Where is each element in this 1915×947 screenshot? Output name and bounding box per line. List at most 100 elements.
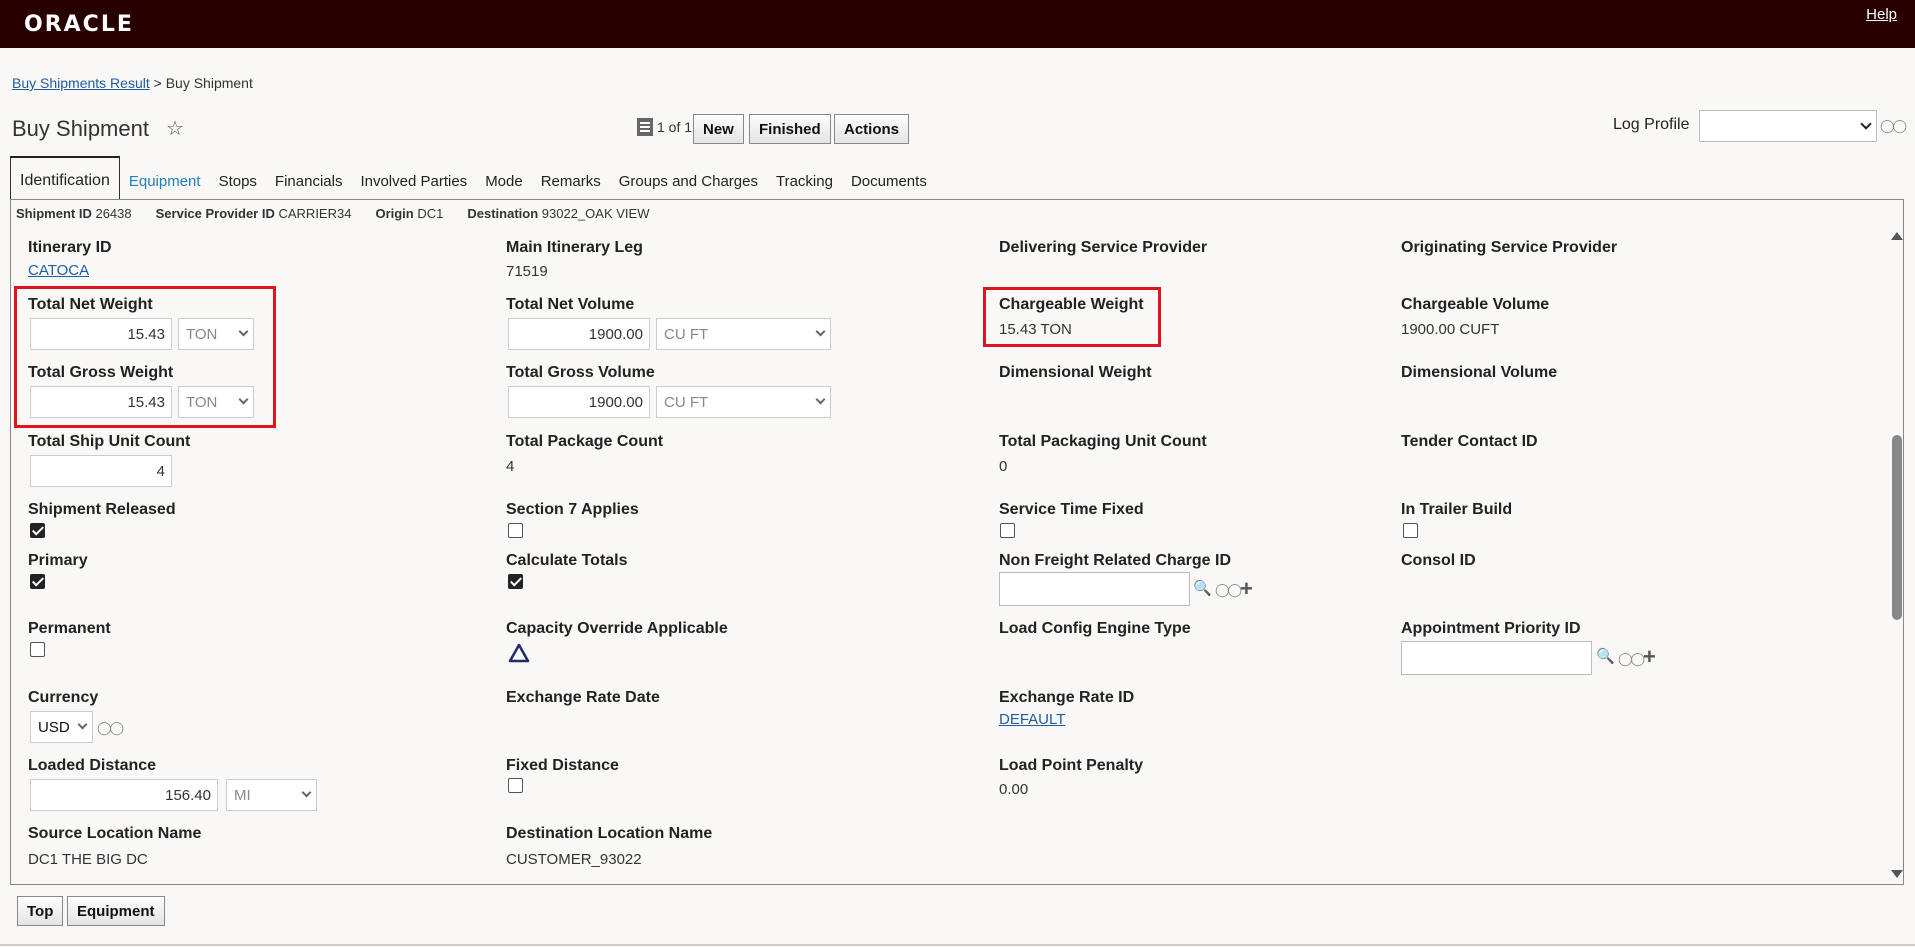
tab-stops[interactable]: Stops <box>210 173 266 199</box>
in-trailer-build-label: In Trailer Build <box>1401 501 1513 518</box>
shipment-released-label: Shipment Released <box>28 501 176 518</box>
total-gross-volume-label: Total Gross Volume <box>506 364 655 381</box>
breadcrumb: Buy Shipments Result > Buy Shipment <box>12 75 253 91</box>
originating-service-provider-label: Originating Service Provider <box>1401 239 1618 256</box>
non-freight-charge-id-label: Non Freight Related Charge ID <box>999 552 1232 569</box>
top-bar: ORACLE Help <box>0 0 1915 48</box>
total-net-volume-label: Total Net Volume <box>506 296 635 313</box>
itinerary-id-link[interactable]: CATOCA <box>28 262 89 279</box>
primary-label: Primary <box>28 552 88 569</box>
shipment-summary: Shipment ID 26438 Service Provider ID CA… <box>16 206 649 221</box>
loaded-distance-label: Loaded Distance <box>28 757 157 774</box>
oracle-logo: ORACLE <box>24 12 134 37</box>
favorite-star-icon[interactable]: ☆ <box>166 116 184 141</box>
tab-bar: Identification Equipment Stops Financial… <box>10 156 936 200</box>
tab-remarks[interactable]: Remarks <box>532 173 610 199</box>
pager-text: 1 of 1 <box>657 119 693 135</box>
summary-destination: Destination 93022_OAK VIEW <box>467 206 650 221</box>
chevron-down-icon <box>815 326 826 337</box>
chevron-down-icon <box>301 787 312 798</box>
log-profile-select[interactable] <box>1699 110 1877 142</box>
fixed-distance-label: Fixed Distance <box>506 757 619 774</box>
chevron-down-icon <box>815 394 826 405</box>
scroll-up-arrow[interactable] <box>1891 232 1903 240</box>
section-7-applies-checkbox[interactable] <box>508 523 523 538</box>
itinerary-id-label: Itinerary ID <box>28 239 112 256</box>
exchange-rate-date-label: Exchange Rate Date <box>506 689 660 706</box>
bottom-divider <box>0 944 1915 946</box>
total-package-count-label: Total Package Count <box>506 433 664 450</box>
summary-service-provider: Service Provider ID CARRIER34 <box>155 206 352 221</box>
glasses-icon[interactable]: ◯◯ <box>1880 118 1907 134</box>
consol-id-label: Consol ID <box>1401 552 1476 569</box>
glasses-icon[interactable]: ◯◯ <box>97 720 124 736</box>
exchange-rate-id-link[interactable]: DEFAULT <box>999 711 1065 728</box>
primary-checkbox[interactable] <box>30 574 45 589</box>
glasses-icon[interactable]: ◯◯ <box>1618 651 1645 667</box>
service-time-fixed-label: Service Time Fixed <box>999 501 1144 518</box>
total-net-volume-unit-select[interactable]: CU FT <box>656 318 831 350</box>
tab-groups-and-charges[interactable]: Groups and Charges <box>610 173 767 199</box>
source-location-name-label: Source Location Name <box>28 825 202 842</box>
tab-tracking[interactable]: Tracking <box>767 173 842 199</box>
total-packaging-unit-count-value: 0 <box>999 458 1008 475</box>
equipment-button[interactable]: Equipment <box>67 896 165 926</box>
calculate-totals-checkbox[interactable] <box>508 574 523 589</box>
total-ship-unit-count-label: Total Ship Unit Count <box>28 433 191 450</box>
breadcrumb-separator: > <box>153 75 162 91</box>
log-profile-label: Log Profile <box>1613 116 1690 133</box>
tab-involved-parties[interactable]: Involved Parties <box>351 173 476 199</box>
tender-contact-id-label: Tender Contact ID <box>1401 433 1538 450</box>
total-gross-volume-unit-select[interactable]: CU FT <box>656 386 831 418</box>
load-point-penalty-value: 0.00 <box>999 781 1029 798</box>
search-icon[interactable]: 🔍 <box>1193 579 1212 597</box>
in-trailer-build-checkbox[interactable] <box>1403 523 1418 538</box>
scrollbar-thumb[interactable] <box>1892 435 1902 620</box>
weight-highlight-box <box>14 286 276 428</box>
top-button[interactable]: Top <box>17 896 64 926</box>
total-net-volume-input[interactable]: 1900.00 <box>508 318 650 350</box>
appointment-priority-id-input[interactable] <box>1401 641 1592 675</box>
tab-documents[interactable]: Documents <box>842 173 936 199</box>
currency-label: Currency <box>28 689 99 706</box>
finished-button[interactable]: Finished <box>749 114 831 144</box>
help-link[interactable]: Help <box>1866 6 1897 23</box>
summary-origin: Origin DC1 <box>375 206 444 221</box>
main-itinerary-leg-label: Main Itinerary Leg <box>506 239 643 256</box>
record-pager: 1 of 1 <box>637 118 692 136</box>
total-ship-unit-count-input[interactable]: 4 <box>30 455 172 487</box>
search-icon[interactable]: 🔍 <box>1596 647 1615 665</box>
service-time-fixed-checkbox[interactable] <box>1000 523 1015 538</box>
loaded-distance-input[interactable]: 156.40 <box>30 779 218 811</box>
add-icon[interactable]: + <box>1643 646 1656 668</box>
add-icon[interactable]: + <box>1240 578 1253 600</box>
tab-financials[interactable]: Financials <box>266 173 352 199</box>
new-button[interactable]: New <box>693 114 744 144</box>
warning-triangle-icon <box>508 643 530 663</box>
section-7-applies-label: Section 7 Applies <box>506 501 639 518</box>
breadcrumb-buy-shipments-result[interactable]: Buy Shipments Result <box>12 75 150 91</box>
tab-identification[interactable]: Identification <box>10 156 120 200</box>
destination-location-name-value: CUSTOMER_93022 <box>506 851 642 868</box>
tab-equipment[interactable]: Equipment <box>120 173 210 199</box>
chargeable-volume-label: Chargeable Volume <box>1401 296 1550 313</box>
main-itinerary-leg-value: 71519 <box>506 263 548 280</box>
shipment-released-checkbox[interactable] <box>30 523 45 538</box>
tab-mode[interactable]: Mode <box>476 173 532 199</box>
total-gross-volume-input[interactable]: 1900.00 <box>508 386 650 418</box>
permanent-checkbox[interactable] <box>30 642 45 657</box>
load-point-penalty-label: Load Point Penalty <box>999 757 1144 774</box>
total-package-count-value: 4 <box>506 458 515 475</box>
loaded-distance-unit-select[interactable]: MI <box>226 779 317 811</box>
scroll-down-arrow[interactable] <box>1891 870 1903 878</box>
source-location-name-value: DC1 THE BIG DC <box>28 851 148 868</box>
actions-button[interactable]: Actions <box>834 114 910 144</box>
currency-select[interactable]: USD <box>30 711 93 743</box>
fixed-distance-checkbox[interactable] <box>508 778 523 793</box>
destination-location-name-label: Destination Location Name <box>506 825 713 842</box>
non-freight-charge-id-input[interactable] <box>999 572 1190 606</box>
chevron-down-icon <box>77 719 88 730</box>
chargeable-volume-value: 1900.00 CUFT <box>1401 321 1500 338</box>
glasses-icon[interactable]: ◯◯ <box>1215 582 1242 598</box>
list-icon[interactable] <box>637 118 653 136</box>
